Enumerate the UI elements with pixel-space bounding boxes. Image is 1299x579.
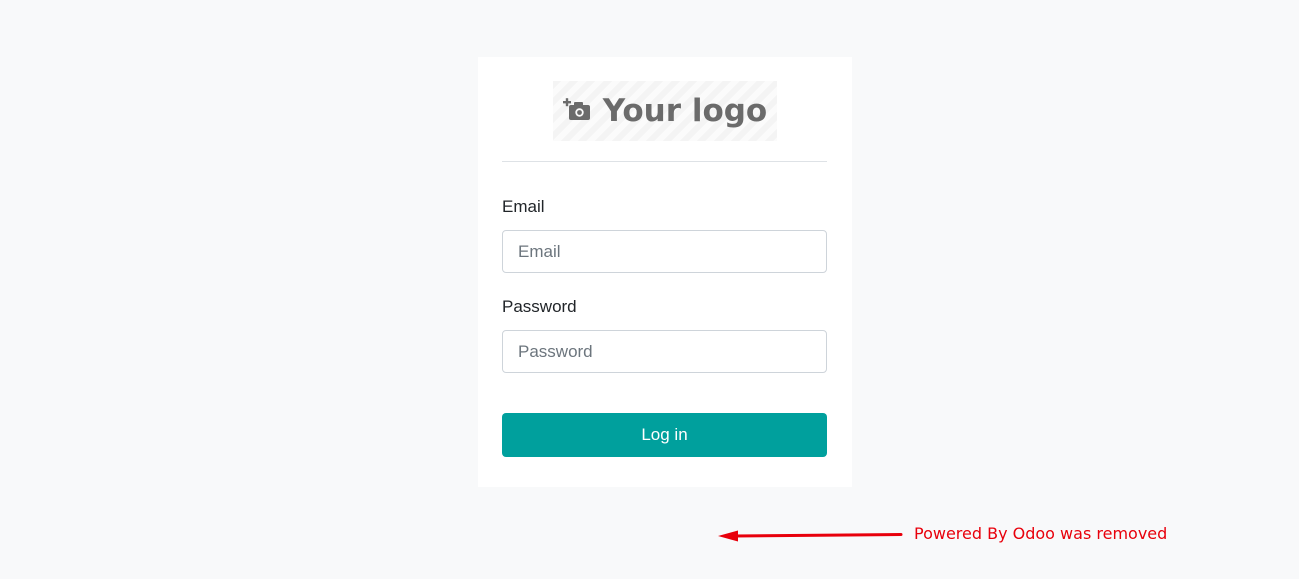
camera-plus-icon [562,98,590,120]
logo-divider [502,161,827,162]
email-label: Email [502,197,545,216]
password-label: Password [502,297,577,316]
login-button[interactable]: Log in [502,413,827,457]
password-field[interactable] [502,330,827,373]
company-logo[interactable]: Your logo [553,81,777,141]
email-field[interactable] [502,230,827,273]
annotation-text: Powered By Odoo was removed [914,524,1168,543]
left-arrow-icon [718,530,903,542]
logo-text: Your logo [602,93,768,129]
login-card: Your logo Email Password Log in [478,57,852,487]
